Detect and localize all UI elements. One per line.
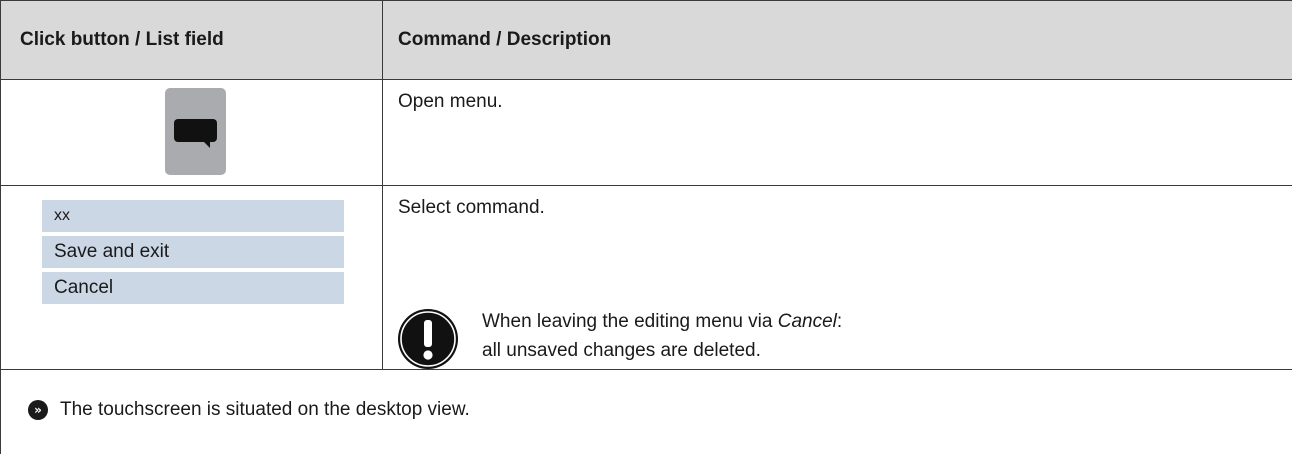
table-rule — [0, 369, 1292, 370]
note-text: : — [836, 311, 843, 332]
double-chevron-right-icon: » — [28, 400, 48, 420]
option-label: xx — [54, 207, 70, 224]
table-rule — [0, 0, 1, 454]
column-header-command: Command / Description — [382, 0, 1292, 79]
result-line: » The touchscreen is situated on the des… — [28, 399, 470, 421]
note-emphasis: Cancel — [777, 311, 837, 332]
list-option-xx[interactable]: xx — [42, 200, 344, 232]
instruction-table: Click button / List field Command / Desc… — [0, 0, 1292, 454]
list-option-cancel[interactable]: Cancel — [42, 272, 344, 304]
note-line-1: When leaving the editing menu via Cancel… — [482, 307, 842, 336]
row-description: Open menu. — [398, 91, 503, 112]
option-label: Cancel — [54, 277, 114, 298]
list-option-save-and-exit[interactable]: Save and exit — [42, 236, 344, 268]
note-text: When leaving the editing menu via — [482, 311, 778, 332]
result-text: The touchscreen is situated on the deskt… — [60, 399, 470, 420]
column-header-label: Click button / List field — [20, 28, 224, 50]
table-rule — [0, 0, 1292, 1]
menu-button[interactable] — [165, 88, 226, 175]
option-label: Save and exit — [54, 241, 170, 262]
row-description: Select command. — [398, 197, 545, 218]
column-header-label: Command / Description — [398, 28, 612, 50]
table-rule — [382, 0, 383, 369]
exclamation-icon — [398, 309, 458, 369]
note-line-2: all unsaved changes are deleted. — [482, 340, 761, 361]
speech-bubble-icon — [174, 119, 217, 148]
table-rule — [0, 185, 1292, 186]
table-rule — [0, 79, 1292, 80]
column-header-click-button: Click button / List field — [0, 0, 382, 79]
